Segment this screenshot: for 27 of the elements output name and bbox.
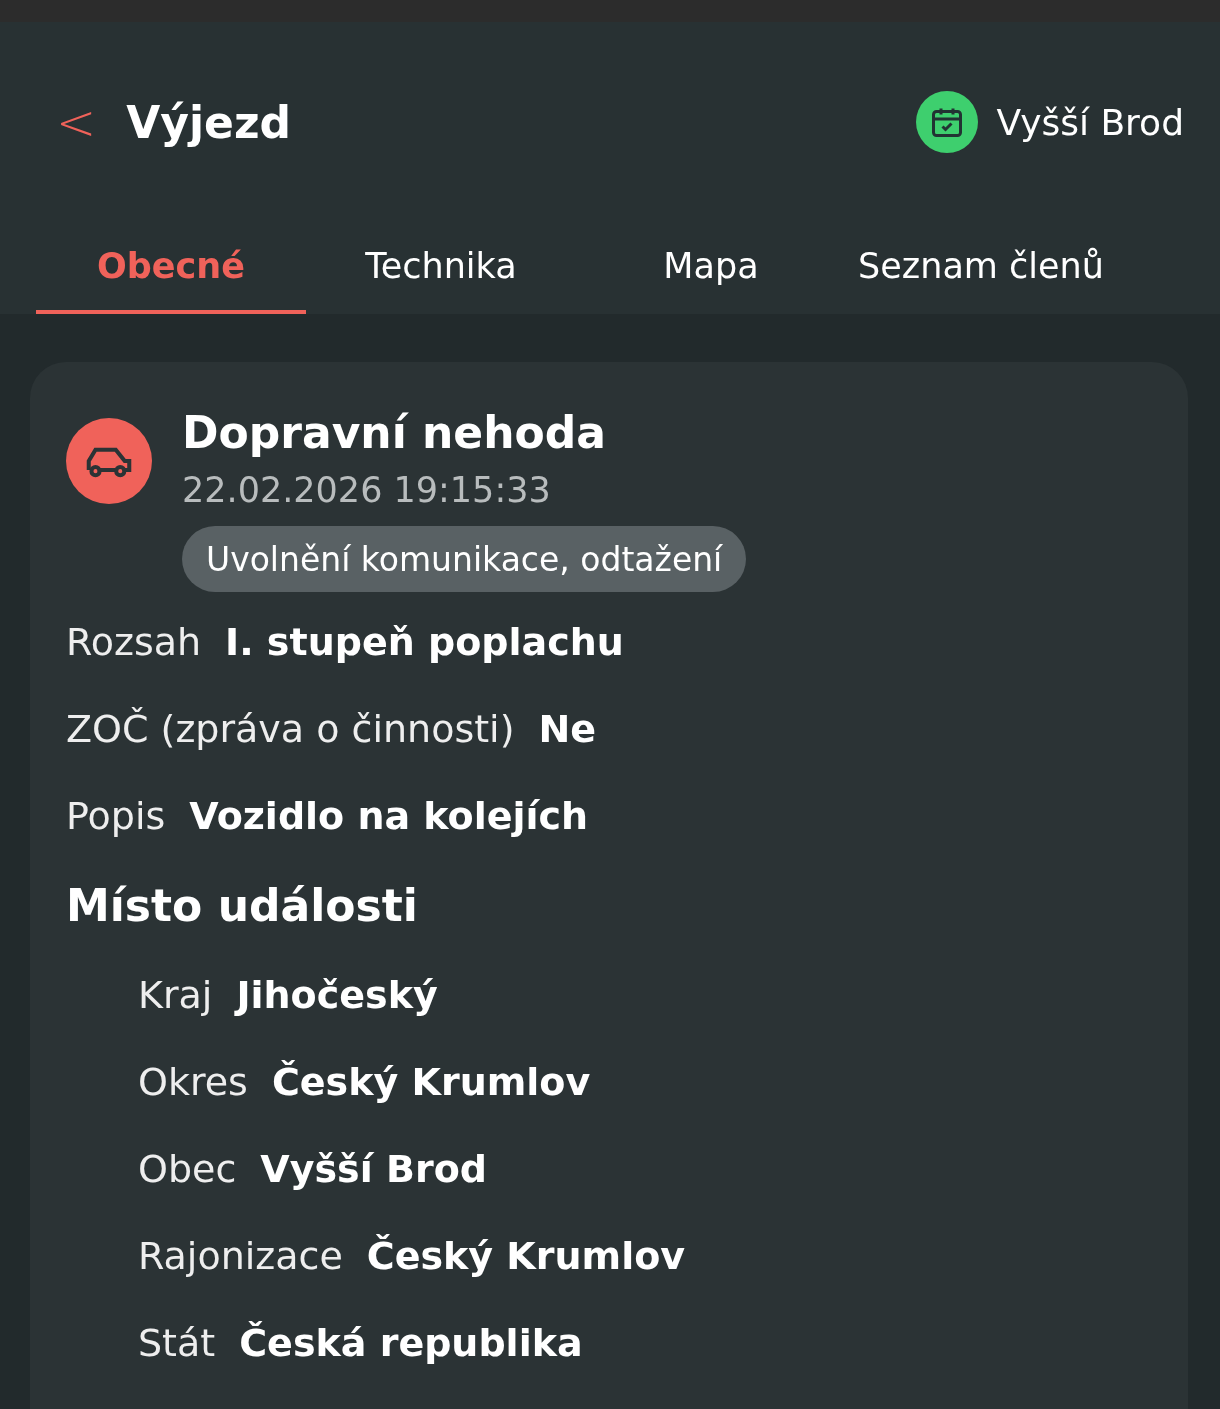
page-title: Výjezd (126, 96, 291, 148)
tab[interactable]: Technika (306, 222, 576, 314)
field-label: Okres (138, 1059, 248, 1104)
field-value: Česká republika (239, 1320, 583, 1365)
tab[interactable]: Obecné (36, 222, 306, 314)
incident-tag: Uvolnění komunikace, odtažení (182, 526, 747, 592)
field-label: Stát (138, 1320, 216, 1365)
field-label: Rajonizace (138, 1233, 343, 1278)
section-title: Místo události (66, 878, 419, 933)
incident-datetime: 22.02.2026 19:15:33 (182, 469, 551, 512)
field-label: ZOČ (zpráva o činnosti) (66, 706, 515, 751)
field-value: Vozidlo na kolejích (189, 793, 589, 838)
field-label: Obec (138, 1146, 237, 1191)
field-value: I. stupeň poplachu (225, 619, 624, 664)
field-value: Jihočeský (236, 972, 438, 1017)
field-label: Popis (66, 793, 166, 838)
field-value: Český Krumlov (366, 1233, 686, 1278)
tab[interactable]: Mapa (576, 222, 846, 314)
field-label: Kraj (138, 972, 213, 1017)
incident-title: Dopravní nehoda (182, 406, 606, 460)
station-name: Vyšší Brod (996, 101, 1184, 143)
back-button[interactable]: < (56, 94, 97, 150)
field-value: Ne (538, 706, 597, 751)
field-value: Český Krumlov (271, 1059, 591, 1104)
tab[interactable]: Seznam členů (846, 222, 1116, 314)
field-value: Vyšší Brod (260, 1146, 487, 1191)
field-label: Rozsah (66, 619, 202, 664)
